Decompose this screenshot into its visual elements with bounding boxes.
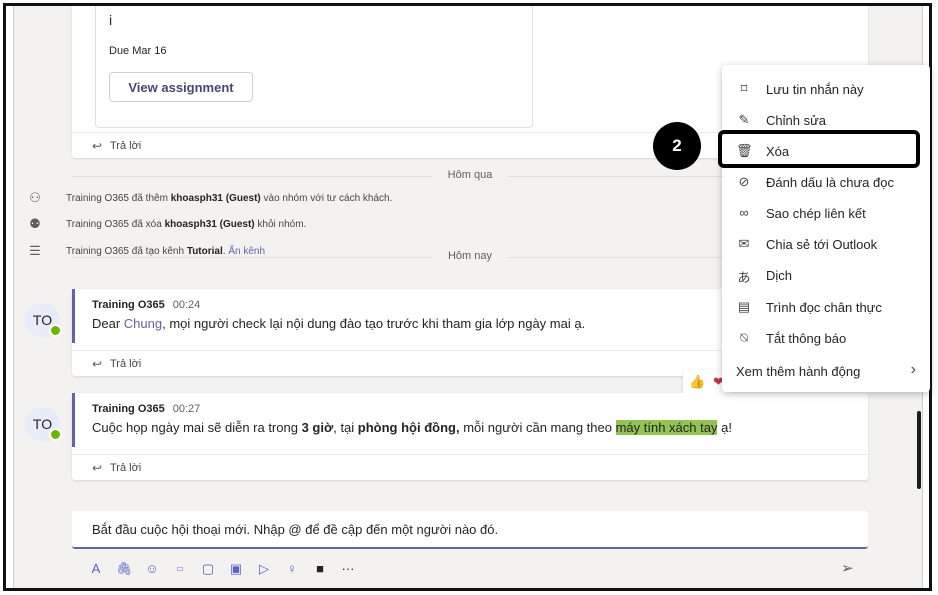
message-text: Cuộc họp ngày mai sẽ diễn ra trong — [92, 420, 302, 435]
message-accent-bar — [72, 289, 75, 343]
remove-user-icon: ⚉ — [29, 216, 41, 231]
stream-icon[interactable]: ▷ — [254, 559, 274, 579]
view-assignment-button[interactable]: View assignment — [109, 72, 253, 102]
sticker-icon[interactable]: ▢ — [198, 559, 218, 579]
message-time: 00:27 — [172, 403, 201, 415]
assignment-card: i Due Mar 16 View assignment — [95, 6, 533, 128]
message-body: Cuộc họp ngày mai sẽ diễn ra trong 3 giờ… — [92, 420, 732, 435]
immersive-reader-icon: ▤ — [737, 299, 751, 314]
gif-icon[interactable]: ▭ — [170, 559, 190, 579]
message-context-menu: ⌑ Lưu tin nhắn này ✎ Chỉnh sửa 🗑 Xóa ⊘ Đánh … — [722, 65, 930, 392]
reply-icon: ↩ — [92, 139, 103, 153]
mention[interactable]: Chung — [124, 316, 162, 331]
system-event: ⚇ Training O365 đã thêm khoasph31 (Guest… — [6, 189, 706, 209]
event-text: đã xóa — [129, 219, 165, 230]
copy-link-icon: ∞ — [739, 205, 749, 220]
highlighted-text: máy tính xách tay — [615, 420, 718, 435]
event-actor: Training O365 — [66, 219, 129, 230]
presence-available-icon — [49, 324, 62, 337]
message-accent-bar — [72, 393, 75, 447]
menu-item-label: Trình đọc chân thực — [766, 300, 882, 315]
menu-item-more-actions[interactable]: Xem thêm hành động › — [722, 356, 930, 386]
system-event: ⚉ Training O365 đã xóa khoasph31 (Guest)… — [6, 215, 706, 235]
event-text: đã thêm — [129, 193, 171, 204]
menu-item-label: Dịch — [766, 268, 793, 283]
assignment-title: i — [109, 12, 113, 28]
reply-icon: ↩ — [92, 357, 103, 371]
assignment-due-date: Due Mar 16 — [109, 45, 167, 57]
reply-button[interactable]: ↩ Trả lời — [72, 454, 868, 481]
reply-label: Trả lời — [110, 462, 142, 474]
avatar[interactable]: TO — [25, 303, 62, 338]
more-options-icon[interactable]: ··· — [338, 559, 358, 579]
menu-item-label: Tắt thông báo — [766, 331, 847, 346]
menu-item-mark-unread[interactable]: ⊘ Đánh dấu là chưa đọc — [722, 167, 930, 197]
compose-input[interactable] — [90, 521, 794, 538]
attach-icon[interactable]: 🖇 — [114, 559, 134, 579]
notifications-off-icon: ⍉ — [740, 330, 748, 345]
add-user-icon: ⚇ — [29, 190, 41, 205]
message-bold-text: phòng hội đồng, — [357, 420, 460, 435]
message-text: mỗi người cần mang theo — [459, 420, 616, 435]
menu-item-label: Chia sẻ tới Outlook — [766, 237, 878, 252]
message-body: Dear Chung, mọi người check lại nội dung… — [92, 316, 585, 331]
event-text: khỏi nhóm. — [254, 219, 307, 230]
emoji-icon[interactable]: ☺ — [142, 559, 162, 579]
message-text: , mọi người check lại nội dung đào tạo t… — [162, 316, 586, 331]
message-text: , tại — [333, 420, 358, 435]
reply-icon: ↩ — [92, 461, 103, 475]
send-icon[interactable]: ➢ — [841, 559, 854, 577]
edit-icon: ✎ — [738, 112, 750, 127]
channel-icon: ☰ — [29, 243, 41, 258]
event-target: khoasph31 (Guest) — [164, 219, 255, 230]
step-badge: 2 — [653, 122, 701, 170]
mark-unread-icon: ⊘ — [738, 174, 750, 189]
avatar-initials: TO — [32, 416, 53, 432]
event-text: vào nhóm với tư cách khách. — [260, 193, 393, 204]
share-outlook-icon: ✉ — [738, 236, 750, 251]
menu-item-translate[interactable]: あ Dịch — [722, 260, 930, 290]
translate-icon: あ — [737, 270, 751, 285]
message-card: Training O365 00:27 Cuộc họp ngày mai sẽ … — [72, 393, 868, 480]
menu-item-label: Đánh dấu là chưa đọc — [766, 175, 894, 190]
message-text: ạ! — [717, 420, 732, 435]
message-author: Training O365 — [92, 299, 165, 311]
message-header: Training O365 00:27 — [92, 403, 200, 415]
annotation-highlight-box — [718, 130, 920, 168]
menu-item-label: Lưu tin nhắn này — [766, 82, 864, 97]
avatar-initials: TO — [32, 312, 53, 328]
meet-now-icon[interactable]: ▣ — [226, 559, 246, 579]
message-time: 00:24 — [172, 299, 201, 311]
reply-label: Trả lời — [110, 358, 142, 370]
compose-toolbar: A 🖇 ☺ ▭ ▢ ▣ ▷ ♀ ■ ··· — [86, 559, 866, 581]
chevron-right-icon: › — [910, 361, 916, 378]
presence-available-icon — [49, 428, 62, 441]
message-bold-text: 3 giờ — [301, 420, 334, 435]
menu-item-immersive-reader[interactable]: ▤ Trình đọc chân thực — [722, 292, 930, 322]
event-target: khoasph31 (Guest) — [170, 193, 261, 204]
youtube-icon[interactable]: ■ — [310, 559, 330, 579]
avatar[interactable]: TO — [25, 407, 62, 442]
reply-label: Trả lời — [110, 140, 142, 152]
scrollbar-thumb[interactable] — [917, 411, 921, 489]
event-actor: Training O365 — [66, 193, 129, 204]
menu-item-label: Xem thêm hành động — [736, 364, 861, 379]
menu-item-label: Sao chép liên kết — [766, 206, 866, 221]
message-author: Training O365 — [92, 403, 165, 415]
menu-item-label: Chỉnh sửa — [766, 113, 827, 128]
menu-item-save[interactable]: ⌑ Lưu tin nhắn này — [722, 74, 930, 104]
message-text: Dear — [92, 316, 124, 331]
left-edge — [6, 6, 14, 588]
like-reaction-icon[interactable]: 👍 — [689, 374, 705, 390]
bookmark-icon: ⌑ — [740, 81, 748, 96]
menu-item-share-outlook[interactable]: ✉ Chia sẻ tới Outlook — [722, 229, 930, 259]
praise-icon[interactable]: ♀ — [282, 559, 302, 579]
format-icon[interactable]: A — [86, 559, 106, 579]
menu-item-mute[interactable]: ⍉ Tắt thông báo — [722, 323, 930, 353]
menu-item-copy-link[interactable]: ∞ Sao chép liên kết — [722, 198, 930, 228]
compose-box[interactable] — [72, 511, 868, 549]
message-header: Training O365 00:24 — [92, 299, 200, 311]
